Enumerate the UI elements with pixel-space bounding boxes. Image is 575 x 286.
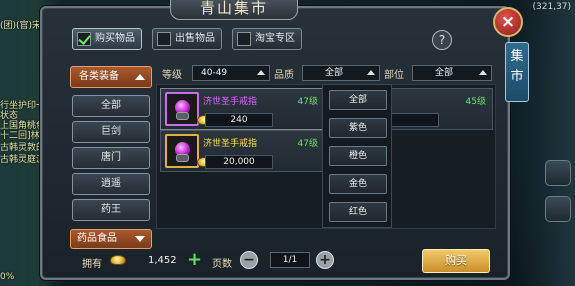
level-filter-label: 等级 [162, 70, 182, 81]
help-button[interactable]: ? [432, 30, 452, 50]
tab-label: 出售物品 [175, 33, 215, 44]
side-tab-char: 集 [510, 49, 524, 64]
owned-gold-amount: 1,452 [148, 255, 177, 266]
gold-ingot-icon [110, 255, 126, 265]
item-name: 济世圣手戒指 [203, 97, 258, 107]
checkbox-icon [77, 32, 91, 46]
tab-label: 淘宝专区 [255, 33, 295, 44]
map-coordinates: (321,37) [532, 2, 571, 12]
filter-bar: 等级 40-49 品质 全部 部位 全部 [156, 65, 496, 83]
game-screen: (团)(官)宋离绵 行坐护印一一颠点 状态 上国角桃色：桃花 十二回]林寒仙缺 … [0, 0, 575, 286]
category-header-label: 各类装备 [79, 71, 119, 82]
quality-option-red[interactable]: 红色 [329, 202, 387, 222]
quality-filter-select[interactable]: 全部 [302, 65, 380, 81]
add-gold-button[interactable]: + [187, 251, 202, 269]
owned-label: 拥有 [82, 259, 102, 270]
quality-dropdown-menu: 全部 紫色 橙色 金色 红色 [322, 84, 392, 228]
item-level: 45级 [465, 97, 486, 107]
part-filter-label: 部位 [384, 70, 404, 81]
category-header-label: 药品食品 [77, 233, 117, 244]
tab-taobao[interactable]: 淘宝专区 [232, 28, 302, 50]
item-price: 240 [205, 113, 273, 127]
page-prev-button[interactable]: − [240, 251, 258, 269]
tab-buy[interactable]: 购买物品 [72, 28, 142, 50]
item-name: 济世圣手戒指 [203, 139, 258, 149]
checkbox-icon [157, 32, 171, 46]
tab-label: 购买物品 [95, 33, 135, 44]
quality-option-orange[interactable]: 橙色 [329, 146, 387, 166]
quality-option-gold[interactable]: 金色 [329, 174, 387, 194]
level-filter-select[interactable]: 40-49 [192, 65, 270, 81]
hud-skill-icon[interactable] [545, 196, 571, 222]
category-item-yaowang[interactable]: 药王 [72, 199, 150, 221]
page-label: 页数 [212, 259, 232, 270]
hud-skill-icon[interactable] [545, 160, 571, 186]
category-header-equipment[interactable]: 各类装备 [70, 66, 152, 88]
level-filter-value: 40-49 [201, 68, 228, 78]
buy-button[interactable]: 购买 [422, 249, 490, 273]
category-item-tangmen[interactable]: 唐门 [72, 147, 150, 169]
page-indicator: 1/1 [270, 252, 310, 268]
ring-icon [165, 92, 199, 126]
item-level: 47级 [297, 97, 318, 107]
side-tab-market[interactable]: 集 市 [505, 42, 529, 102]
ring-icon [165, 134, 199, 168]
quality-filter-value: 全部 [325, 68, 344, 78]
quality-filter-label: 品质 [274, 70, 294, 81]
page-next-button[interactable]: + [316, 251, 334, 269]
expand-arrow-icon [135, 236, 145, 242]
panel-title: 青山集市 [170, 0, 298, 20]
checkbox-icon [237, 32, 251, 46]
quality-option-purple[interactable]: 紫色 [329, 118, 387, 138]
bottom-bar: 拥有 1,452 + 页数 − 1/1 + 购买 [70, 249, 500, 275]
item-price: 20,000 [205, 155, 273, 169]
part-filter-select[interactable]: 全部 [412, 65, 492, 81]
close-button[interactable]: × [493, 7, 523, 37]
dropdown-arrow-icon [257, 70, 265, 75]
dropdown-arrow-icon [479, 70, 487, 75]
item-card[interactable]: 济世圣手戒指 47级 240 [160, 88, 325, 130]
side-tab-char: 市 [510, 69, 524, 84]
category-item-xiaoyao[interactable]: 逍遥 [72, 173, 150, 195]
category-item-all[interactable]: 全部 [72, 95, 150, 117]
collapse-arrow-icon [135, 74, 145, 80]
item-level: 47级 [297, 139, 318, 149]
tab-sell[interactable]: 出售物品 [152, 28, 222, 50]
background-text: 0% [0, 272, 15, 282]
item-card[interactable]: 济世圣手戒指 47级 20,000 [160, 130, 325, 172]
part-filter-value: 全部 [435, 68, 454, 78]
dropdown-arrow-icon [367, 70, 375, 75]
quality-option-all[interactable]: 全部 [329, 90, 387, 110]
category-item-sword[interactable]: 巨剑 [72, 121, 150, 143]
category-header-medicine[interactable]: 药品食品 [70, 229, 152, 249]
